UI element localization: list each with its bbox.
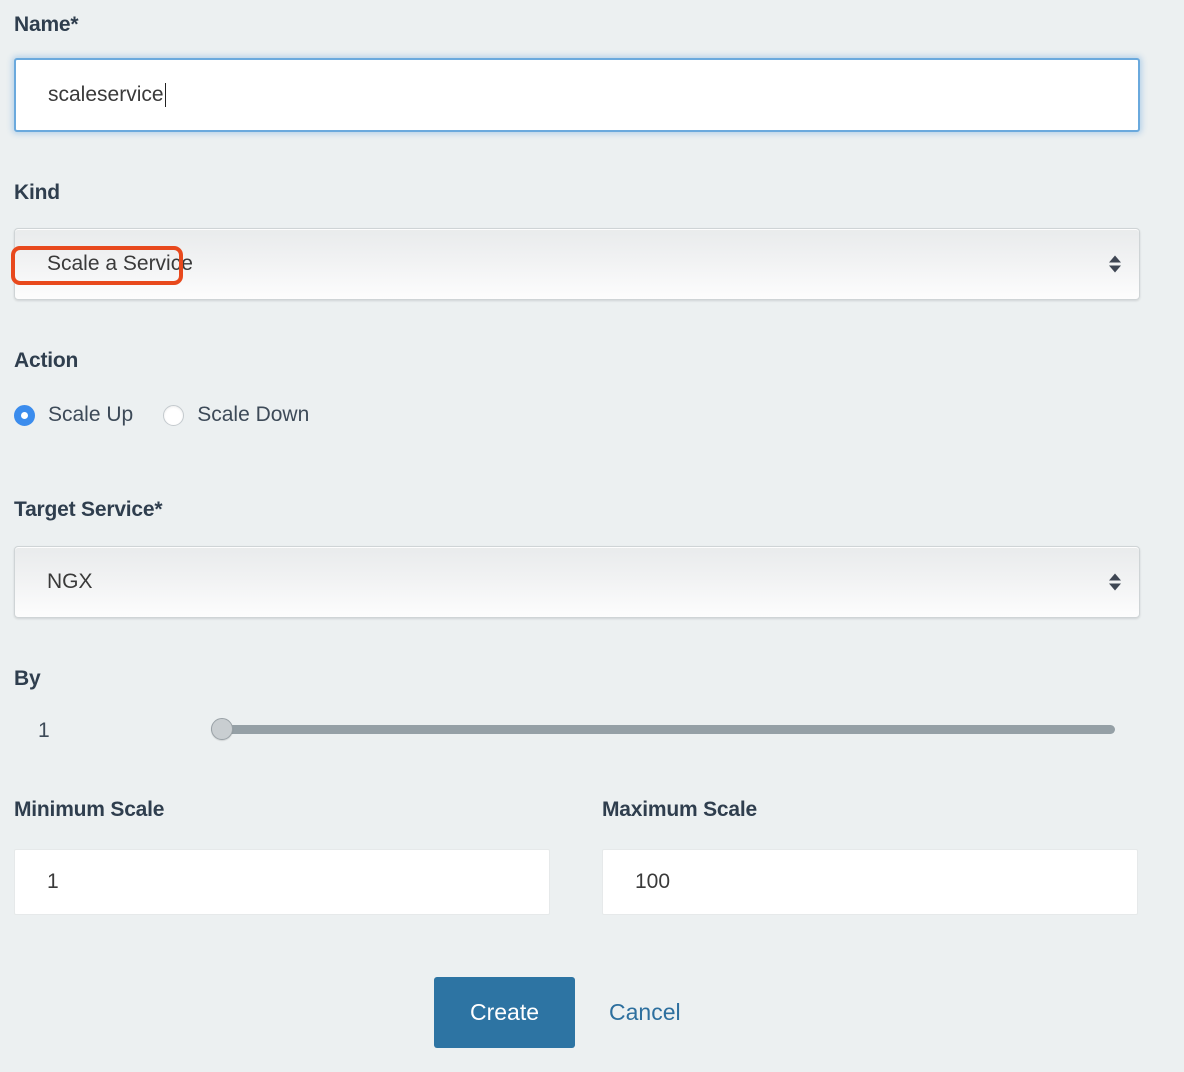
target-service-select[interactable]: NGX [14,546,1140,618]
radio-option-scale-down[interactable]: Scale Down [163,403,339,427]
maximum-scale-input[interactable]: 100 [602,849,1138,915]
radio-selected-icon[interactable] [14,404,35,426]
by-value: 1 [38,719,50,742]
target-service-select-value: NGX [47,570,93,593]
name-input-value: scaleservice [48,83,164,106]
name-label: Name* [14,13,79,36]
by-label: By [14,667,41,690]
radio-option-scale-up[interactable]: Scale Up [14,403,163,427]
maximum-scale-label: Maximum Scale [602,798,757,821]
minimum-scale-value: 1 [47,870,59,893]
by-slider[interactable] [211,718,1115,740]
slider-thumb[interactable] [211,718,233,740]
kind-select-value: Scale a Service [47,252,193,275]
minimum-scale-input[interactable]: 1 [14,849,550,915]
action-label: Action [14,349,79,372]
text-cursor [164,83,166,107]
slider-track[interactable] [211,725,1115,734]
action-radio-group: Scale Up Scale Down [14,400,339,430]
cancel-button[interactable]: Cancel [609,999,681,1026]
chevron-updown-icon [1109,573,1121,591]
kind-select[interactable]: Scale a Service [14,228,1140,300]
name-input[interactable]: scaleservice [14,58,1140,132]
scale-service-form: Name* scaleservice Kind Scale a Service … [0,0,1184,1072]
radio-unselected-icon[interactable] [163,404,185,426]
radio-label-scale-up: Scale Up [48,403,134,426]
target-service-label: Target Service* [14,498,163,521]
minimum-scale-label: Minimum Scale [14,798,165,821]
kind-label: Kind [14,181,60,204]
maximum-scale-value: 100 [635,870,671,893]
chevron-updown-icon [1109,255,1121,273]
radio-label-scale-down: Scale Down [197,403,310,426]
create-button[interactable]: Create [434,977,575,1048]
name-input-wrapper: scaleservice [14,58,1140,132]
